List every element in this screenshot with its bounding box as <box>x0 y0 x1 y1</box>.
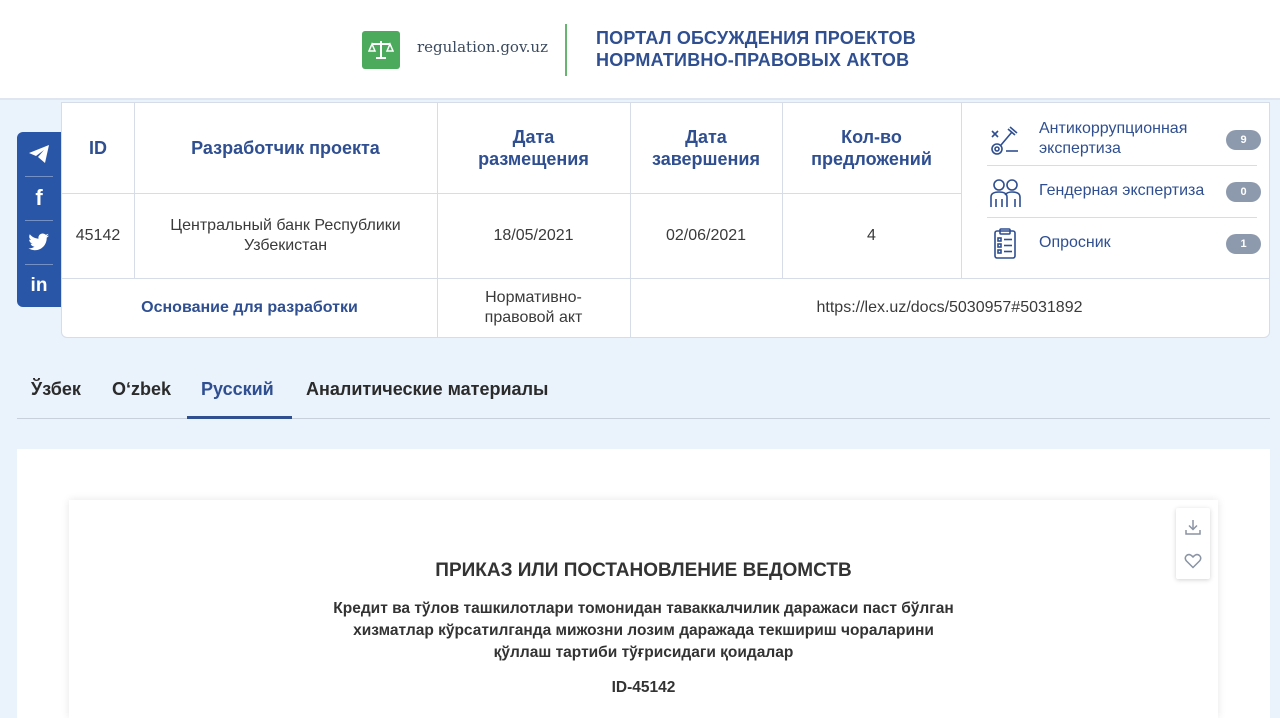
document-subtitle-line3: қўллаш тартиби тўғрисидаги қоидалар <box>493 644 794 661</box>
site-header: regulation.gov.uz ПОРТАЛ ОБСУЖДЕНИЯ ПРОЕ… <box>0 0 1280 100</box>
col-header-count-line2: предложений <box>811 149 932 169</box>
expertise-label-line2: экспертиза <box>1039 140 1121 157</box>
document-subtitle-line1: Кредит ва тўлов ташкилотлари томонидан т… <box>333 600 954 617</box>
basis-label: Основание для разработки <box>141 299 358 316</box>
col-header-posted: Дата размещения <box>437 103 630 193</box>
expertise-count-badge: 1 <box>1226 234 1261 254</box>
logo-icon[interactable] <box>362 31 400 69</box>
active-tab-indicator <box>187 416 292 419</box>
basis-type-line1: Нормативно- <box>485 289 582 306</box>
col-header-posted-line2: размещения <box>478 149 589 169</box>
social-share-bar: f in <box>17 132 61 307</box>
project-developer-line2: Узбекистан <box>243 236 328 254</box>
twitter-icon[interactable] <box>17 222 61 262</box>
tab-analytics[interactable]: Аналитические материалы <box>306 360 548 419</box>
social-separator <box>25 176 53 177</box>
expertise-label: Гендерная экспертиза <box>1039 182 1205 199</box>
social-separator <box>25 264 53 265</box>
portal-title-line2: НОРМАТИВНО-ПРАВОВЫХ АКТОВ <box>596 50 910 70</box>
tab-uzbek-cyrillic[interactable]: Ўзбек <box>31 360 81 419</box>
col-header-end-line1: Дата <box>685 127 727 147</box>
expertise-item-anticorruption[interactable]: Антикоррупционная экспертиза 9 <box>974 113 1270 165</box>
col-header-end-line2: завершения <box>651 149 760 169</box>
expertise-count-badge: 0 <box>1226 182 1261 202</box>
tab-russian[interactable]: Русский <box>201 360 274 419</box>
portal-title: ПОРТАЛ ОБСУЖДЕНИЯ ПРОЕКТОВ НОРМАТИВНО-ПР… <box>596 27 916 71</box>
col-header-end: Дата завершения <box>630 103 782 193</box>
project-developer: Центральный банк Республики Узбекистан <box>134 193 437 278</box>
project-posted-date: 18/05/2021 <box>493 226 574 244</box>
project-id: 45142 <box>75 226 121 244</box>
expertise-count-badge: 9 <box>1226 130 1261 150</box>
col-header-count: Кол-во предложений <box>782 103 961 193</box>
expertise-label: Опросник <box>1039 234 1111 251</box>
basis-type-line2: правовой акт <box>484 309 583 326</box>
portal-title-line1: ПОРТАЛ ОБСУЖДЕНИЯ ПРОЕКТОВ <box>596 28 916 48</box>
gender-icon <box>988 175 1022 209</box>
project-developer-line1: Центральный банк Республики <box>170 216 401 234</box>
download-icon[interactable] <box>1176 510 1210 544</box>
telegram-icon[interactable] <box>17 134 61 174</box>
facebook-icon[interactable]: f <box>17 178 61 218</box>
expertise-label: Антикоррупционная экспертиза <box>1039 119 1187 159</box>
linkedin-icon[interactable]: in <box>17 266 61 306</box>
col-header-id: ID <box>89 138 107 158</box>
questionnaire-icon <box>988 227 1022 261</box>
project-info-card: ID Разработчик проекта Дата размещения Д… <box>61 102 1270 338</box>
document-title: ПРИКАЗ ИЛИ ПОСТАНОВЛЕНИЕ ВЕДОМСТВ <box>435 560 852 581</box>
language-tabs: Ўзбек Oʻzbek Русский Аналитические матер… <box>17 360 1270 419</box>
col-header-count-line1: Кол-во <box>841 127 902 147</box>
col-header-posted-line1: Дата <box>512 127 555 147</box>
logo-text[interactable]: regulation.gov.uz <box>417 38 548 56</box>
project-proposal-count: 4 <box>867 226 876 244</box>
header-divider <box>565 24 567 76</box>
expertise-label-line1: Антикоррупционная <box>1039 120 1188 137</box>
expertise-item-gender[interactable]: Гендерная экспертиза 0 <box>974 165 1270 217</box>
grid-line <box>961 103 962 278</box>
project-end-date: 02/06/2021 <box>665 226 747 244</box>
tab-uzbek-latin[interactable]: Oʻzbek <box>112 360 171 419</box>
document-subtitle-line2: хизматлар кўрсатилганда мижозни лозим да… <box>353 622 934 639</box>
anticorruption-icon <box>988 123 1022 157</box>
basis-link[interactable]: https://lex.uz/docs/5030957#5031892 <box>630 278 1269 338</box>
col-header-developer: Разработчик проекта <box>191 138 380 158</box>
document-subtitle: Кредит ва тўлов ташкилотлари томонидан т… <box>69 598 1218 664</box>
document-id: ID-45142 <box>611 679 676 696</box>
expertise-item-questionnaire[interactable]: Опросник 1 <box>974 217 1270 269</box>
social-separator <box>25 220 53 221</box>
basis-type: Нормативно- правовой акт <box>437 278 630 338</box>
